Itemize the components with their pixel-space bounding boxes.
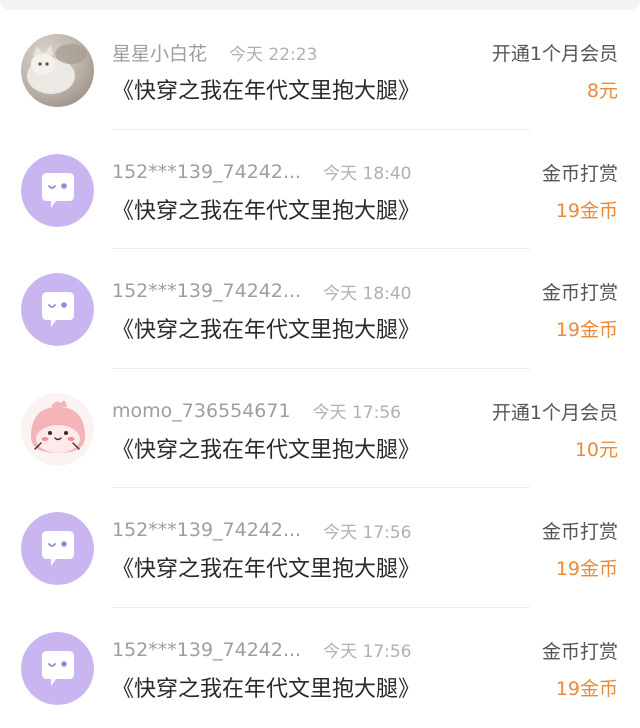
username[interactable]: 星星小白花 [112,39,207,66]
list-item[interactable]: 152***139_74242... 今天 17:56 《快穿之我在年代文里抱大… [0,488,640,608]
action-label: 金币打赏 [541,640,618,663]
timestamp: 今天 18:40 [323,164,412,185]
timestamp: 今天 22:23 [229,44,318,65]
list-item[interactable]: momo_736554671 今天 17:56 《快穿之我在年代文里抱大腿》 开… [0,369,640,489]
avatar[interactable] [21,273,94,347]
amount-value: 10元 [574,438,618,461]
chat-bubble-avatar-icon [21,512,94,586]
action-label: 金币打赏 [541,162,618,185]
username[interactable]: 152***139_74242... [112,161,301,183]
list-item[interactable]: 152***139_74242... 今天 17:56 《快穿之我在年代文里抱大… [0,608,640,728]
chat-bubble-avatar-icon [21,153,94,227]
book-title[interactable]: 《快穿之我在年代文里抱大腿》 [112,432,420,464]
book-title[interactable]: 《快穿之我在年代文里抱大腿》 [112,193,420,225]
username[interactable]: momo_736554671 [112,400,291,422]
income-record-list: 星星小白花 今天 22:23 《快穿之我在年代文里抱大腿》 开通1个月会员 8元… [0,10,640,728]
pink-cartoon-avatar-icon [21,392,94,466]
username[interactable]: 152***139_74242... [112,519,301,541]
timestamp: 今天 18:40 [323,283,412,304]
chat-bubble-avatar-icon [21,631,94,705]
avatar[interactable] [21,512,94,586]
amount-value: 19金币 [555,199,618,222]
book-title[interactable]: 《快穿之我在年代文里抱大腿》 [112,551,420,583]
list-item[interactable]: 152***139_74242... 今天 18:40 《快穿之我在年代文里抱大… [0,249,640,369]
action-label: 金币打赏 [541,521,618,544]
book-title[interactable]: 《快穿之我在年代文里抱大腿》 [112,671,420,703]
action-label: 金币打赏 [541,282,618,305]
list-item[interactable]: 152***139_74242... 今天 18:40 《快穿之我在年代文里抱大… [0,130,640,250]
cat-photo-avatar-icon [21,34,94,107]
avatar[interactable] [21,34,94,107]
avatar[interactable] [21,631,94,705]
action-label: 开通1个月会员 [491,401,618,424]
amount-value: 19金币 [555,558,618,581]
chat-bubble-avatar-icon [21,273,94,347]
timestamp: 今天 17:56 [323,522,412,543]
username[interactable]: 152***139_74242... [112,280,301,302]
book-title[interactable]: 《快穿之我在年代文里抱大腿》 [112,312,420,344]
amount-value: 19金币 [555,677,618,700]
list-item[interactable]: 星星小白花 今天 22:23 《快穿之我在年代文里抱大腿》 开通1个月会员 8元 [0,10,640,130]
username[interactable]: 152***139_74242... [112,639,301,661]
timestamp: 今天 17:56 [312,403,401,424]
timestamp: 今天 17:56 [323,642,412,663]
avatar[interactable] [21,392,94,466]
top-bar [0,0,640,10]
book-title[interactable]: 《快穿之我在年代文里抱大腿》 [112,73,420,105]
avatar[interactable] [21,153,94,227]
action-label: 开通1个月会员 [491,43,618,65]
amount-value: 8元 [586,80,618,102]
amount-value: 19金币 [555,319,618,342]
